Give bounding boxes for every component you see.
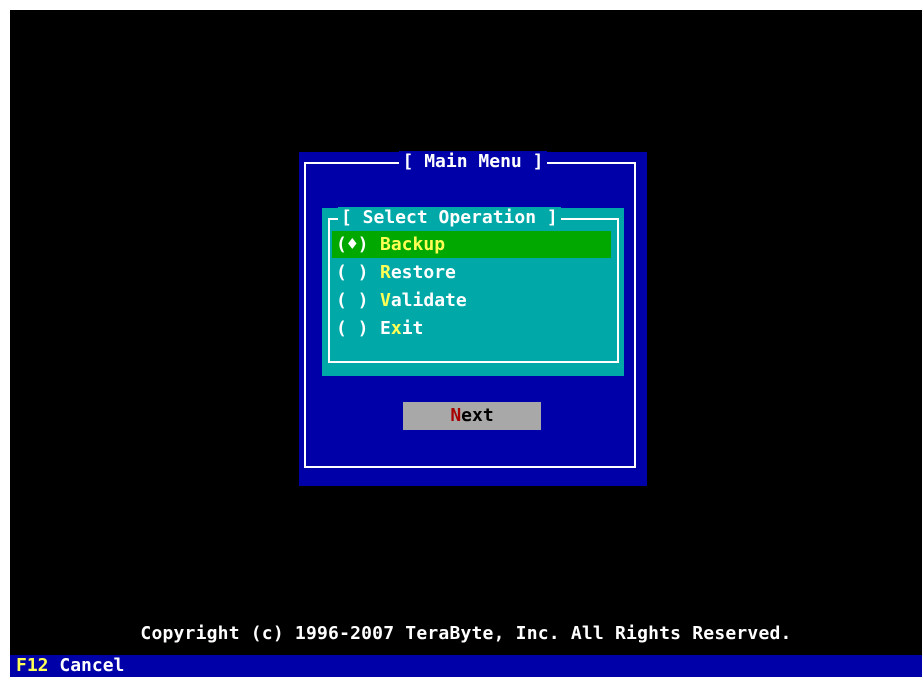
next-button[interactable]: Next	[403, 402, 541, 430]
option-restore-hotkey: R	[380, 262, 391, 283]
status-bar: F12 Cancel	[10, 655, 922, 677]
copyright-text: Copyright (c) 1996-2007 TeraByte, Inc. A…	[140, 623, 792, 644]
radio-restore[interactable]: ( )	[332, 259, 380, 286]
select-operation-group: [ Select Operation ] (♦) Backup ( ) Restor…	[322, 207, 624, 376]
radio-exit[interactable]: ( )	[332, 315, 380, 342]
option-backup-hotkey: B	[380, 234, 391, 255]
option-exit-hotkey: x	[390, 318, 402, 339]
option-validate-hotkey: V	[380, 290, 391, 311]
next-button-label: ext	[461, 405, 494, 426]
status-key-f12[interactable]: F12	[16, 655, 49, 676]
option-validate-label: alidate	[390, 290, 467, 311]
option-backup-label: ackup	[390, 234, 446, 255]
select-operation-title: [ Select Operation ]	[338, 207, 561, 228]
next-button-hotkey: N	[450, 405, 462, 426]
dos-screen: [ Main Menu ] [ Select Operation ] (♦) Ba…	[10, 10, 922, 677]
main-menu-title: [ Main Menu ]	[299, 151, 647, 172]
option-backup[interactable]: (♦) Backup	[332, 231, 611, 258]
main-menu-window: [ Main Menu ] [ Select Operation ] (♦) Ba…	[299, 151, 647, 486]
radio-backup[interactable]: (♦)	[332, 231, 380, 258]
option-validate[interactable]: ( ) Validate	[332, 287, 611, 314]
status-action-cancel[interactable]: Cancel	[59, 655, 124, 676]
select-operation-title-text: [ Select Operation ]	[338, 207, 561, 228]
option-exit-prefix: E	[380, 318, 391, 339]
radio-validate[interactable]: ( )	[332, 287, 380, 314]
option-restore[interactable]: ( ) Restore	[332, 259, 611, 286]
option-restore-label: estore	[390, 262, 456, 283]
option-exit-label: it	[401, 318, 424, 339]
main-menu-title-text: [ Main Menu ]	[398, 151, 548, 172]
option-exit[interactable]: ( ) Exit	[332, 315, 611, 342]
